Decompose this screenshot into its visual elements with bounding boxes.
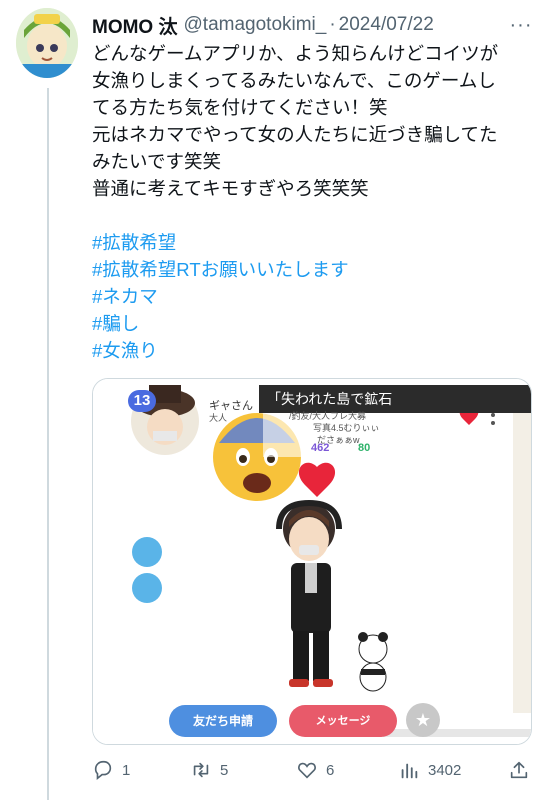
- tweet-date[interactable]: 2024/07/22: [339, 14, 434, 36]
- profile-detail: 大人: [209, 413, 228, 423]
- tweet-line: てる方たち気を付けてください！笑: [92, 97, 388, 118]
- views-count: 3402: [428, 761, 462, 779]
- hashtag-link[interactable]: #騙し: [92, 310, 537, 337]
- separator-dot: ·: [329, 14, 336, 35]
- like-button[interactable]: 6: [296, 756, 334, 784]
- friend-request-button: 友だち申請: [169, 705, 277, 737]
- tweet-line: 女漁りしまくってるみたいなんで、このゲームし: [92, 70, 496, 91]
- retweet-button[interactable]: 5: [190, 756, 228, 784]
- more-icon[interactable]: ···: [509, 14, 533, 36]
- outfit-button: [132, 537, 162, 567]
- media-attachment[interactable]: 「失われた島で鉱石 13 ギャさん 大人 /釣友/大人フレ大募 写真4.5むりぃ…: [92, 378, 532, 745]
- like-count: 6: [326, 761, 335, 779]
- author-handle[interactable]: @tamagotokimi_: [184, 14, 327, 36]
- retweet-count: 5: [220, 761, 229, 779]
- tweet-line: みたいです笑笑: [92, 151, 221, 172]
- tweet-line: 普通に考えてキモすぎやろ笑笑笑: [92, 178, 369, 199]
- like-icon: [298, 762, 316, 779]
- tweet-text: どんなゲームアプリか、よう知らんけどコイツが 女漁りしまくってるみたいなんで、こ…: [92, 40, 537, 364]
- action-bar: 1 5 6 3402: [92, 756, 532, 784]
- star-icon: ★: [406, 703, 440, 737]
- views-button[interactable]: 3402: [398, 756, 461, 784]
- hashtag-link[interactable]: #拡散希望: [92, 229, 537, 256]
- reply-icon: [94, 760, 112, 780]
- likes-stat: 462: [311, 442, 330, 454]
- views-icon: [401, 763, 418, 779]
- message-button: メッセージ: [289, 705, 397, 737]
- level-badge: 13: [128, 390, 156, 412]
- thread-line: [47, 88, 49, 800]
- hashtag-link[interactable]: #女漁り: [92, 337, 537, 364]
- share-icon: [510, 761, 528, 779]
- avatar-image: [16, 8, 78, 78]
- share-button[interactable]: [508, 756, 538, 784]
- avatar[interactable]: [16, 8, 78, 78]
- action-button: [132, 573, 162, 603]
- reply-button[interactable]: 1: [92, 756, 130, 784]
- author-name[interactable]: MOMO 汰: [92, 12, 178, 39]
- retweet-icon: [193, 762, 209, 778]
- stars-stat: 80: [358, 442, 371, 454]
- tweet-line: どんなゲームアプリか、よう知らんけどコイツが: [92, 43, 499, 64]
- tweet-line: 元はネカマでやって女の人たちに近づき騙してた: [92, 124, 498, 145]
- hashtag-link[interactable]: #ネカマ: [92, 283, 537, 310]
- reply-count: 1: [122, 761, 131, 779]
- tweet-header: MOMO 汰 @tamagotokimi_ · 2024/07/22 ···: [92, 12, 533, 38]
- hashtag-link[interactable]: #拡散希望RTお願いいたします: [92, 256, 537, 283]
